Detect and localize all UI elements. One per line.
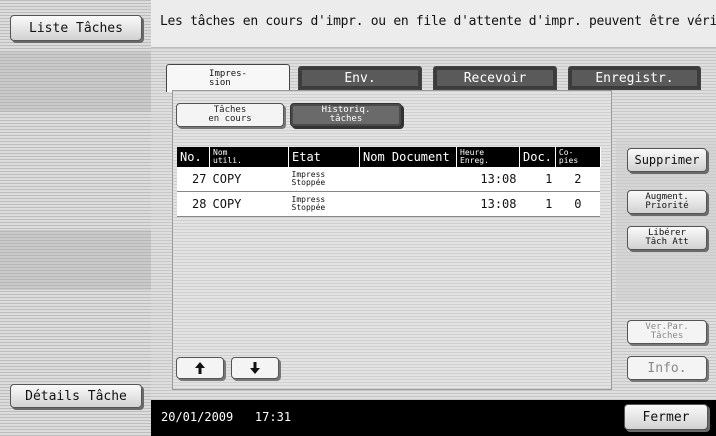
left-panel-band (0, 52, 151, 112)
release-held-job-button[interactable]: Libérer Tâch Att (627, 226, 707, 250)
cell-time: 13:08 (456, 191, 520, 217)
header-message: Les tâches en cours d'impr. ou en file d… (160, 14, 716, 29)
col-stored-time: Heure Enreg. (456, 147, 520, 167)
table-row[interactable]: 28 COPY Impress Stoppée 13:08 1 0 (177, 191, 601, 217)
scroll-down-button[interactable] (231, 357, 279, 379)
cell-doc: 1 (519, 191, 556, 217)
scroll-up-button[interactable] (176, 357, 224, 379)
col-copies: Co- pies (555, 147, 601, 167)
cell-no: 28 (177, 191, 210, 217)
current-jobs-tab[interactable]: Tâches en cours (176, 103, 284, 127)
raise-priority-button[interactable]: Augment. Priorité (627, 190, 707, 214)
cell-no: 27 (177, 167, 210, 192)
info-button[interactable]: Info. (627, 356, 707, 380)
cell-copies: 0 (555, 191, 601, 217)
arrow-up-icon (195, 362, 205, 374)
col-status: Etat (288, 147, 360, 167)
cell-status: Impress Stoppée (288, 167, 360, 192)
cell-user: COPY (209, 191, 289, 217)
job-details-button[interactable]: Détails Tâche (10, 384, 142, 408)
close-button[interactable]: Fermer (624, 404, 708, 430)
col-document-name: Nom Document (359, 147, 457, 167)
cell-document (359, 191, 457, 217)
col-user: Nom utili. (209, 147, 289, 167)
table-row[interactable]: 27 COPY Impress Stoppée 13:08 1 2 (177, 167, 601, 192)
col-no: No. (177, 147, 210, 167)
cell-copies: 2 (555, 167, 601, 192)
job-history-tab[interactable]: Historiq. tâches (290, 103, 402, 127)
cell-user: COPY (209, 167, 289, 192)
job-list-button[interactable]: Liste Tâches (10, 15, 142, 41)
jobs-table: No. Nom utili. Etat Nom Document Heure E… (177, 147, 601, 217)
delete-button[interactable]: Supprimer (627, 148, 707, 172)
cell-time: 13:08 (456, 167, 520, 192)
col-doc: Doc. (519, 147, 556, 167)
cell-doc: 1 (519, 167, 556, 192)
tab-print[interactable]: Impres- sion (166, 64, 290, 92)
left-panel-band (0, 230, 151, 290)
check-job-settings-button[interactable]: Ver.Par. Tâches (627, 320, 707, 344)
tab-save[interactable]: Enregistr. (568, 66, 701, 90)
table-header-row: No. Nom utili. Etat Nom Document Heure E… (177, 147, 601, 167)
datetime: 20/01/2009 17:31 (161, 410, 292, 424)
cell-status: Impress Stoppée (288, 191, 360, 217)
tab-send[interactable]: Env. (298, 66, 422, 90)
arrow-down-icon (250, 362, 260, 374)
print-panel (172, 90, 612, 390)
tab-receive[interactable]: Recevoir (433, 66, 557, 90)
cell-document (359, 167, 457, 192)
